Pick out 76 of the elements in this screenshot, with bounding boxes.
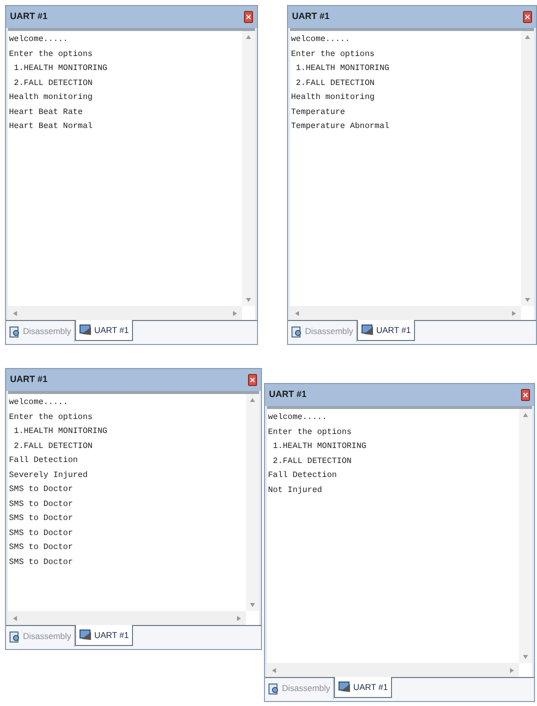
tab[interactable]: UART #1 <box>334 677 392 698</box>
tab[interactable]: UART #1 <box>75 320 133 341</box>
output-line: 2.FALL DETECTION <box>272 456 353 468</box>
scroll-left-icon[interactable] <box>13 310 17 316</box>
output-line: Enter the options <box>268 426 353 438</box>
output-line: SMS to Doctor <box>9 528 74 540</box>
terminal-icon <box>338 681 352 693</box>
terminal-icon <box>79 324 92 336</box>
terminal-icon <box>79 629 92 641</box>
output-line: Enter the options <box>9 48 94 60</box>
output-line: 2.FALL DETECTION <box>294 78 376 90</box>
output-line: SMS to Doctor <box>9 484 74 496</box>
close-icon[interactable] <box>248 374 257 386</box>
output-line: SMS to Doctor <box>9 542 74 554</box>
window-title: UART #1 <box>10 10 48 24</box>
output-line: Health monitoring <box>9 92 94 104</box>
close-icon[interactable] <box>523 11 532 23</box>
output-line: Temperature Abnormal <box>291 121 390 133</box>
vertical-scrollbar[interactable] <box>521 31 534 306</box>
scroll-down-icon[interactable] <box>246 298 251 302</box>
output-line: SMS to Doctor <box>9 498 74 510</box>
output-line: Temperature <box>291 106 346 118</box>
scroll-left-icon[interactable] <box>295 310 299 316</box>
output-line: Health monitoring <box>291 92 376 104</box>
horizontal-scrollbar[interactable] <box>267 663 519 677</box>
window-title: UART #1 <box>10 373 48 386</box>
output-line: 1.HEALTH MONITORING <box>12 426 108 438</box>
scroll-left-icon[interactable] <box>13 616 17 620</box>
scroll-right-icon[interactable] <box>510 668 514 672</box>
output-line: 1.HEALTH MONITORING <box>294 63 390 75</box>
vertical-scrollbar[interactable] <box>246 394 259 611</box>
scroll-up-icon[interactable] <box>246 35 251 39</box>
output-line: SMS to Doctor <box>9 556 74 568</box>
close-icon[interactable] <box>244 11 253 23</box>
scroll-left-icon[interactable] <box>272 668 276 672</box>
output-line: welcome..... <box>9 34 69 46</box>
output-line: Fall Detection <box>268 470 338 482</box>
scroll-right-icon[interactable] <box>237 616 241 620</box>
scroll-down-icon[interactable] <box>525 298 530 302</box>
output-line: welcome..... <box>291 34 351 46</box>
terminal-icon <box>361 324 374 336</box>
close-icon[interactable] <box>521 389 530 401</box>
horizontal-scrollbar[interactable] <box>8 306 242 320</box>
output-line: Fall Detection <box>9 455 79 467</box>
scroll-up-icon[interactable] <box>523 413 528 417</box>
magnifier-document-icon <box>9 326 21 338</box>
tab[interactable]: UART #1 <box>75 625 133 646</box>
scroll-up-icon[interactable] <box>250 398 255 402</box>
window-title: UART #1 <box>269 388 307 402</box>
output-line: Heart Beat Normal <box>9 121 94 133</box>
magnifier-document-icon <box>291 326 303 338</box>
tab[interactable]: UART #1 <box>357 320 415 341</box>
vertical-scrollbar[interactable] <box>242 31 255 306</box>
output-line: Heart Beat Rate <box>9 106 84 118</box>
output-line: welcome..... <box>9 397 69 409</box>
scroll-down-icon[interactable] <box>250 603 255 607</box>
output-line: 2.FALL DETECTION <box>12 440 94 452</box>
output-line: 1.HEALTH MONITORING <box>12 63 108 75</box>
horizontal-scrollbar[interactable] <box>290 306 521 320</box>
magnifier-document-icon <box>268 682 280 694</box>
output-line: Enter the options <box>9 412 94 424</box>
output-line: welcome..... <box>268 412 328 424</box>
output-line: 1.HEALTH MONITORING <box>272 441 368 453</box>
output-line: Not Injured <box>268 484 324 496</box>
output-line: Enter the options <box>291 48 376 60</box>
output-line: Severely Injured <box>9 470 89 482</box>
scroll-up-icon[interactable] <box>525 35 530 39</box>
output-line: 2.FALL DETECTION <box>12 78 94 90</box>
scroll-right-icon[interactable] <box>512 310 516 316</box>
vertical-scrollbar[interactable] <box>519 409 532 663</box>
horizontal-scrollbar[interactable] <box>8 611 246 625</box>
scroll-down-icon[interactable] <box>523 655 528 659</box>
scroll-right-icon[interactable] <box>233 310 237 316</box>
window-title: UART #1 <box>292 10 330 24</box>
output-line: SMS to Doctor <box>9 513 74 525</box>
magnifier-document-icon <box>9 630 21 642</box>
